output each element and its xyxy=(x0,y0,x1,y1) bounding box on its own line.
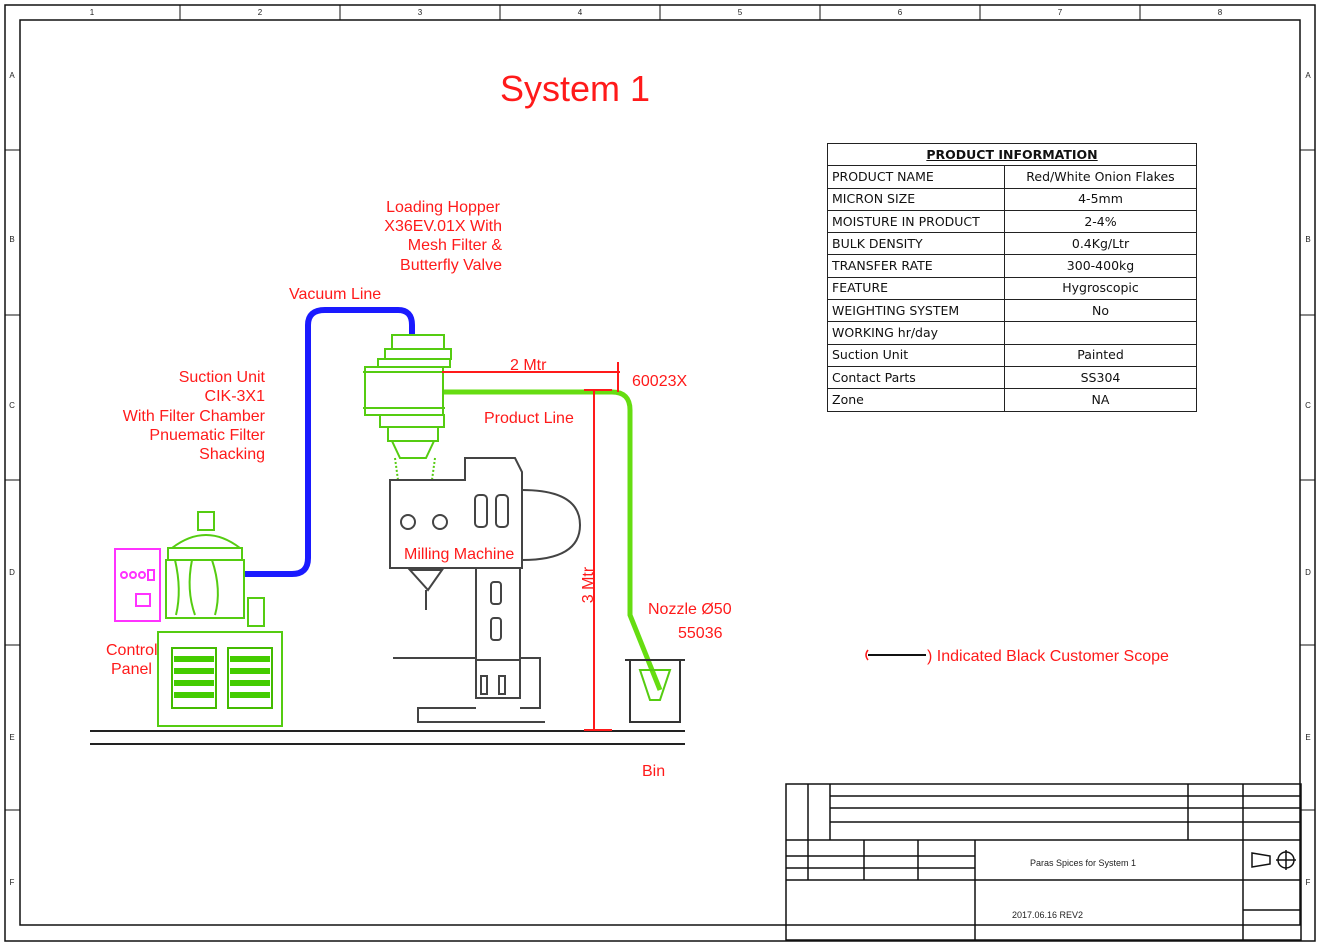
bin xyxy=(625,659,685,723)
row-marker: C xyxy=(9,401,15,410)
table-row: Contact Parts SS304 xyxy=(827,365,1197,390)
column-marker: 7 xyxy=(1058,8,1063,17)
row-marker: C xyxy=(1305,401,1311,410)
column-marker: 3 xyxy=(418,8,423,17)
row-marker: E xyxy=(1305,733,1310,742)
table-key: Suction Unit xyxy=(827,343,1005,367)
row-marker: D xyxy=(1305,568,1311,577)
two-mtr-label: 2 Mtr xyxy=(510,357,547,374)
table-row: Zone NA xyxy=(827,388,1197,412)
table-key: MICRON SIZE xyxy=(827,187,1005,211)
milling-machine-label: Milling Machine xyxy=(404,546,514,563)
row-marker: B xyxy=(1305,235,1310,244)
suction-unit-label: With Filter Chamber xyxy=(123,408,266,425)
table-value: Red/White Onion Flakes xyxy=(1004,165,1197,189)
table-value: 0.4Kg/Ltr xyxy=(1004,232,1197,256)
control-panel-label: Control xyxy=(106,642,158,659)
table-key: PRODUCT NAME xyxy=(827,165,1005,189)
row-marker: A xyxy=(1305,71,1311,80)
row-marker: B xyxy=(9,235,14,244)
table-row: WEIGHTING SYSTEM No xyxy=(827,299,1197,323)
nozzle-label: 55036 xyxy=(678,625,723,642)
table-key: Contact Parts xyxy=(827,365,1005,390)
product-line xyxy=(442,389,663,691)
customer-scope-legend: ) Indicated Black Customer Scope xyxy=(865,648,1169,665)
table-value: NA xyxy=(1004,388,1197,412)
row-marker: F xyxy=(10,878,15,887)
title-block-project: Paras Spices for System 1 xyxy=(1030,858,1136,868)
table-row: FEATURE Hygroscopic xyxy=(827,276,1197,301)
table-key: WORKING hr/day xyxy=(827,321,1005,345)
loading-hopper-label: Mesh Filter & xyxy=(408,237,503,254)
column-marker: 1 xyxy=(90,8,95,17)
table-value: Hygroscopic xyxy=(1004,276,1197,301)
control-panel-label: Panel xyxy=(111,661,152,678)
table-row: Suction Unit Painted xyxy=(827,343,1197,367)
table-value: 2-4% xyxy=(1004,209,1197,234)
loading-hopper-label: X36EV.01X With xyxy=(384,218,502,235)
column-marker: 5 xyxy=(738,8,743,17)
column-marker: 4 xyxy=(578,8,583,17)
column-marker: 8 xyxy=(1218,8,1223,17)
row-marker: F xyxy=(1306,878,1311,887)
table-key: Zone xyxy=(827,388,1005,412)
table-key: TRANSFER RATE xyxy=(827,254,1005,278)
table-value: 4-5mm xyxy=(1004,187,1197,211)
column-marker: 2 xyxy=(258,8,263,17)
table-row: WORKING hr/day xyxy=(827,321,1197,345)
three-mtr-label: 3 Mtr xyxy=(580,566,597,603)
row-marker: E xyxy=(9,733,14,742)
table-value: SS304 xyxy=(1004,365,1197,390)
table-header: PRODUCT INFORMATION xyxy=(827,142,1197,167)
table-value: No xyxy=(1004,299,1197,323)
drawing-title: System 1 xyxy=(500,68,650,109)
drawing-sheet: 1 2 3 4 5 6 7 8 A B C D E F A B C D E F … xyxy=(4,4,1316,942)
bin-label: Bin xyxy=(642,763,665,780)
table-value: 300-400kg xyxy=(1004,254,1197,278)
milling-machine xyxy=(389,457,582,723)
floor-line xyxy=(90,730,685,745)
suction-unit-label: Shacking xyxy=(199,446,265,463)
vacuum-line-label: Vacuum Line xyxy=(289,286,381,303)
table-value xyxy=(1004,321,1197,345)
nozzle-label: Nozzle Ø50 xyxy=(648,601,732,618)
control-panel xyxy=(114,548,161,622)
row-marker: A xyxy=(9,71,15,80)
table-row: TRANSFER RATE 300-400kg xyxy=(827,254,1197,278)
code-60023x-label: 60023X xyxy=(632,373,687,390)
title-block-symbol xyxy=(1251,850,1296,870)
column-marker: 6 xyxy=(898,8,903,17)
suction-unit-label: CIK-3X1 xyxy=(205,388,266,405)
title-block-date-rev: 2017.06.16 REV2 xyxy=(1012,910,1083,920)
loading-hopper xyxy=(363,334,452,481)
table-key: WEIGHTING SYSTEM xyxy=(827,299,1005,323)
suction-unit-label: Suction Unit xyxy=(179,369,266,386)
suction-unit-label: Pnuematic Filter xyxy=(149,427,265,444)
loading-hopper-label: Butterfly Valve xyxy=(400,257,502,274)
product-information-table: PRODUCT INFORMATION PRODUCT NAME Red/Whit… xyxy=(827,142,1197,412)
table-key: MOISTURE IN PRODUCT xyxy=(827,209,1005,234)
loading-hopper-label: Loading Hopper xyxy=(386,199,501,216)
table-row: PRODUCT NAME Red/White Onion Flakes xyxy=(827,165,1197,189)
table-key: BULK DENSITY xyxy=(827,232,1005,256)
customer-scope-label: ) Indicated Black Customer Scope xyxy=(927,648,1169,665)
suction-unit-fill xyxy=(174,656,270,698)
table-row: MOISTURE IN PRODUCT 2-4% xyxy=(827,209,1197,234)
table-value: Painted xyxy=(1004,343,1197,367)
product-line-label: Product Line xyxy=(484,410,574,427)
table-row: MICRON SIZE 4-5mm xyxy=(827,187,1197,211)
row-marker: D xyxy=(9,568,15,577)
table-key: FEATURE xyxy=(827,276,1005,301)
table-row: BULK DENSITY 0.4Kg/Ltr xyxy=(827,232,1197,256)
